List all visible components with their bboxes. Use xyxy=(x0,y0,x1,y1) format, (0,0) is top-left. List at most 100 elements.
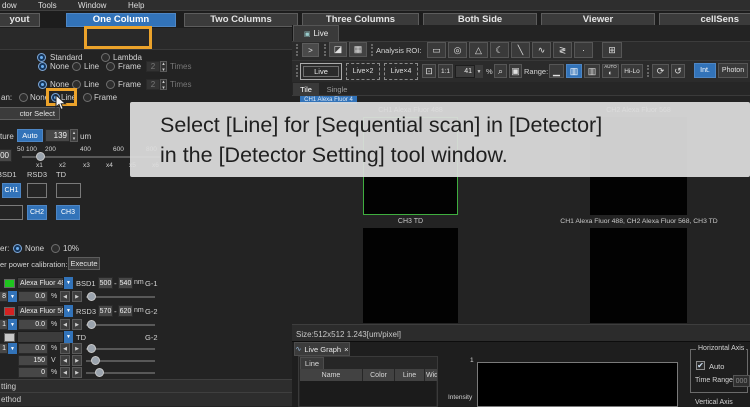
toolbar-drag-handle[interactable] xyxy=(647,65,649,77)
radio-row2-frame[interactable] xyxy=(106,80,115,89)
toolbar-drag-handle[interactable] xyxy=(324,44,326,56)
ch3-laser-dropdown-clipped[interactable]: 1 xyxy=(0,343,8,354)
section-method-clipped[interactable]: ethod xyxy=(0,392,292,406)
aperture-spinner[interactable]: ▴▾ xyxy=(70,129,78,142)
photon-mode-button[interactable]: Photon xyxy=(718,63,748,78)
live-graph-plot[interactable] xyxy=(477,362,678,407)
ch1-power-slider-track[interactable] xyxy=(86,296,155,298)
line-table-body[interactable] xyxy=(300,381,436,406)
radio-seq-frame[interactable] xyxy=(83,93,92,102)
ch1-power-slider-handle[interactable] xyxy=(87,292,96,301)
live-button[interactable]: Live xyxy=(300,63,342,80)
time-range-input[interactable]: 000 xyxy=(733,375,750,387)
roi-circle-icon[interactable]: ◎ xyxy=(448,42,467,58)
ch1-dye-dropdown[interactable]: Alexa Fluor 488 xyxy=(17,277,64,289)
fit-to-window-icon[interactable]: ⊡ xyxy=(422,64,436,78)
hv-input[interactable]: 150 xyxy=(18,355,48,366)
close-icon[interactable]: × xyxy=(344,345,348,354)
tab-line[interactable]: Line xyxy=(300,357,324,369)
tab-single[interactable]: Single xyxy=(320,83,354,96)
magnifier-icon[interactable]: ⌕ xyxy=(494,64,507,78)
ch2-power-slider-handle[interactable] xyxy=(87,320,96,329)
ch1-wavelength-from[interactable]: 500 xyxy=(98,277,113,289)
ch1-power-increase[interactable]: ▶ xyxy=(72,291,82,302)
radio-lambda[interactable] xyxy=(101,53,110,62)
column-header-name[interactable]: Name xyxy=(300,369,362,381)
row1-times-value[interactable]: 2 xyxy=(146,61,160,72)
ch1-laser-dropdown-clipped[interactable]: 8 xyxy=(0,291,8,302)
matrix-ch3-button[interactable]: CH3 xyxy=(56,205,80,220)
tab-tile[interactable]: Tile xyxy=(293,83,319,96)
zoom-dropdown-arrow[interactable]: ▼ xyxy=(475,65,483,78)
roi-line-icon[interactable]: ╲ xyxy=(511,42,530,58)
expand-button[interactable]: > xyxy=(302,43,319,57)
auto-checkbox[interactable]: ✔ xyxy=(696,361,705,370)
offset-input[interactable]: 0 xyxy=(18,367,48,378)
ch2-power-slider-track[interactable] xyxy=(86,324,155,326)
hv-decrease[interactable]: ◀ xyxy=(60,355,70,366)
intensity-mode-button[interactable]: Int. xyxy=(694,63,716,78)
offset-decrease[interactable]: ◀ xyxy=(60,367,70,378)
auto-lut-icon[interactable]: AUTO ◐ xyxy=(602,64,619,78)
ch1-power-decrease[interactable]: ◀ xyxy=(60,291,70,302)
aperture-auto-button[interactable]: Auto xyxy=(17,129,43,142)
ch2-wavelength-to[interactable]: 620 xyxy=(118,305,133,317)
aperture-value-input[interactable]: 139 xyxy=(45,129,70,142)
ch1-wavelength-to[interactable]: 540 xyxy=(118,277,133,289)
radio-seq-none[interactable] xyxy=(19,93,28,102)
menu-item-help[interactable]: Help xyxy=(128,1,144,10)
radio-laser-none[interactable] xyxy=(13,244,22,253)
layout-tab-one-column[interactable]: One Column xyxy=(66,13,176,27)
toolbar-drag-handle[interactable] xyxy=(296,44,298,56)
menu-item-window[interactable]: Window xyxy=(78,1,106,10)
execute-button[interactable]: Execute xyxy=(68,257,100,270)
one-to-one-button[interactable]: 1:1 xyxy=(438,64,453,78)
roi-closed-curve-icon[interactable]: ☾ xyxy=(490,42,509,58)
tile4-image-merged[interactable] xyxy=(590,228,687,323)
roi-delete-all-icon[interactable]: ⊞ xyxy=(602,42,622,58)
radio-laser-10[interactable] xyxy=(51,244,60,253)
ch3-power-slider-handle[interactable] xyxy=(87,344,96,353)
ch3-power-decrease[interactable]: ◀ xyxy=(60,343,70,354)
matrix-empty-cell[interactable] xyxy=(56,183,81,198)
toolbar-drag-handle[interactable] xyxy=(296,65,298,77)
ch2-laser-dropdown-arrow[interactable]: ▼ xyxy=(8,319,17,330)
ch2-power-increase[interactable]: ▶ xyxy=(72,319,82,330)
ch3-dye-dropdown-arrow[interactable]: ▼ xyxy=(64,331,73,343)
radio-row1-line[interactable] xyxy=(72,62,81,71)
zoom-slider-handle[interactable] xyxy=(36,152,45,161)
hv-slider-handle[interactable] xyxy=(91,356,100,365)
pan-icon[interactable]: ▣ xyxy=(509,64,522,78)
row2-times-spinner[interactable]: ▴▾ xyxy=(160,79,167,90)
radio-row1-frame[interactable] xyxy=(106,62,115,71)
menu-item-window-clipped[interactable]: dow xyxy=(2,1,17,10)
offset-increase[interactable]: ▶ xyxy=(72,367,82,378)
layout-tab-clipped[interactable]: yout xyxy=(0,13,40,27)
tab-live[interactable]: ▣ Live xyxy=(293,25,339,41)
row1-times-spinner[interactable]: ▴▾ xyxy=(160,61,167,72)
column-header-line[interactable]: Line xyxy=(395,369,424,381)
range-low-icon[interactable]: ▁ xyxy=(549,64,564,78)
matrix-ch1-button[interactable]: CH1 xyxy=(2,183,21,198)
live-x2-button[interactable]: Live×2 xyxy=(346,63,380,80)
matrix-ch2-button[interactable]: CH2 xyxy=(27,205,47,220)
roi-curve-icon[interactable]: ∿ xyxy=(532,42,551,58)
zoom-value-input[interactable]: 00 xyxy=(0,149,12,162)
matrix-empty-cell[interactable] xyxy=(0,205,23,220)
ch3-power-increase[interactable]: ▶ xyxy=(72,343,82,354)
ch3-dye-dropdown[interactable] xyxy=(17,331,64,343)
tab-live-graph[interactable]: ∿ Live Graph × xyxy=(294,342,350,356)
reset-icon[interactable]: ↺ xyxy=(671,64,685,78)
zoom-percent-dropdown[interactable]: 41 xyxy=(455,65,475,78)
hi-lo-button[interactable]: Hi-Lo xyxy=(621,64,643,78)
ch3-laser-dropdown-arrow[interactable]: ▼ xyxy=(8,343,17,354)
ch2-power-input[interactable]: 0.0 xyxy=(18,319,48,330)
ch2-power-decrease[interactable]: ◀ xyxy=(60,319,70,330)
tile3-image-ch3[interactable] xyxy=(363,228,458,323)
live-x4-button[interactable]: Live×4 xyxy=(384,63,418,80)
column-header-width-clipped[interactable]: Wid xyxy=(425,369,437,381)
snapshot-icon[interactable]: ⟳ xyxy=(652,64,669,78)
detector-select-button[interactable]: ctor Select xyxy=(0,107,60,120)
range-mid-icon[interactable]: ▥ xyxy=(566,64,582,78)
ch1-laser-dropdown-arrow[interactable]: ▼ xyxy=(8,291,17,302)
